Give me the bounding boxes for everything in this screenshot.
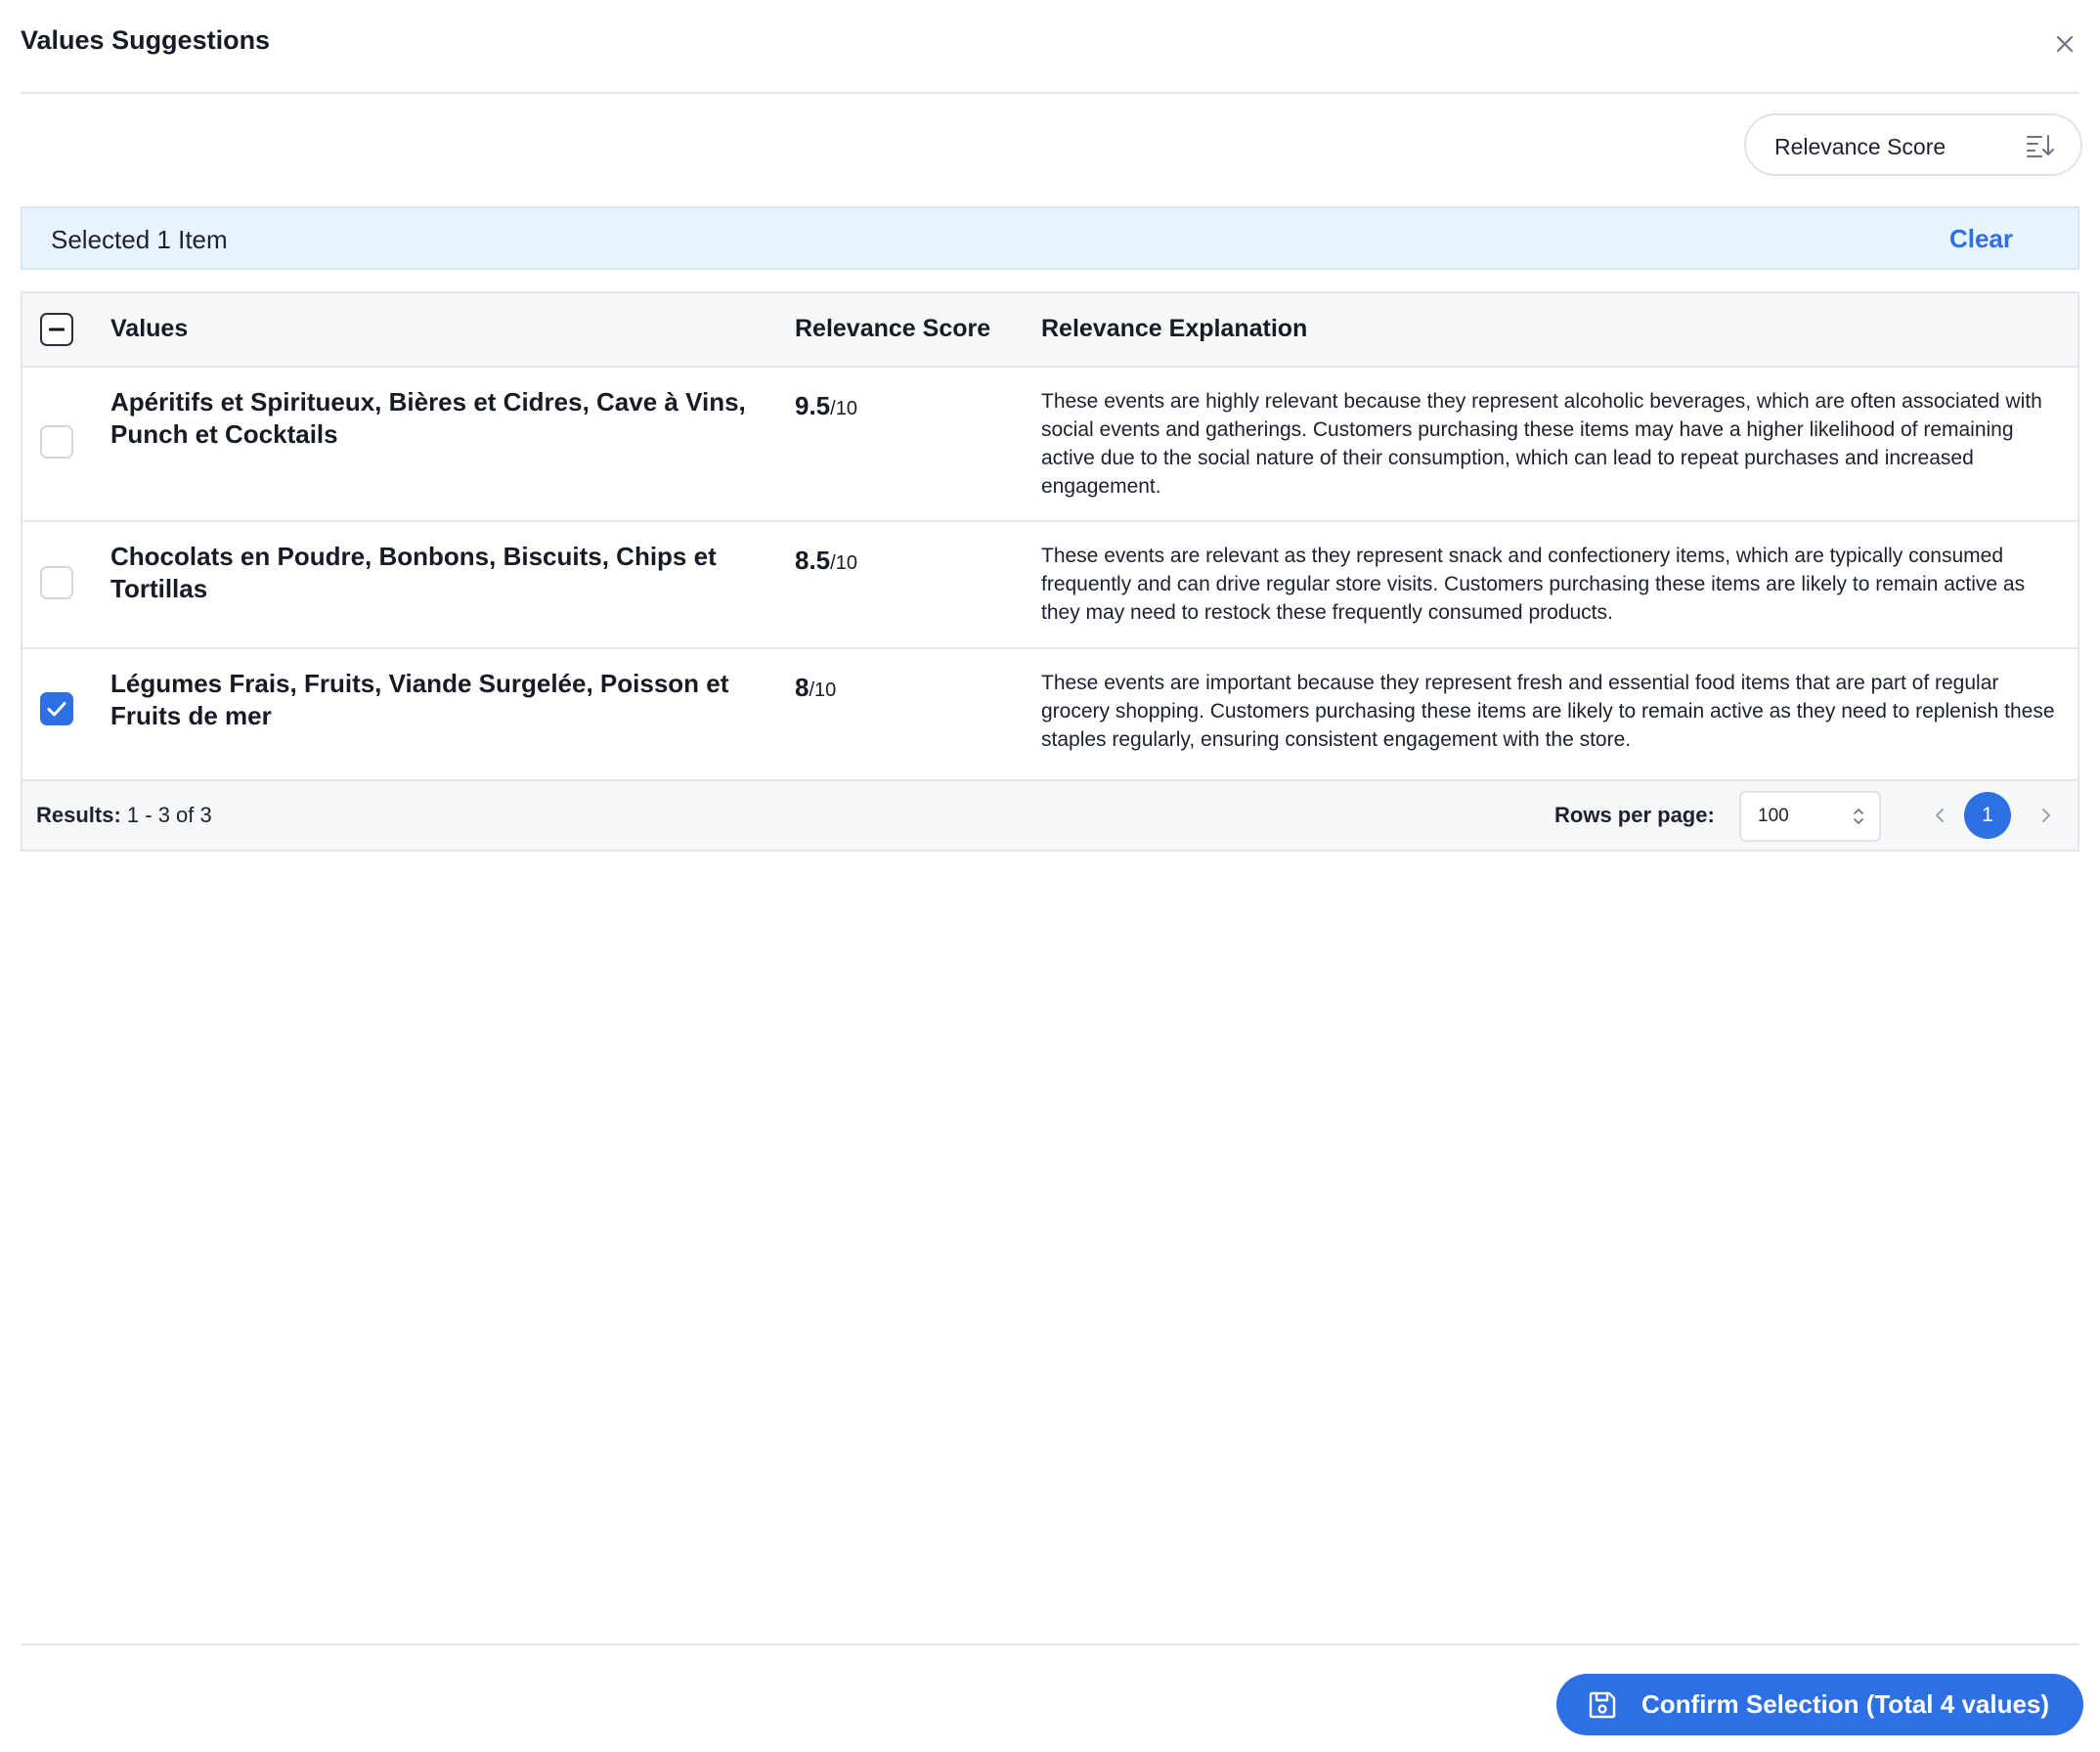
column-header-score[interactable]: Relevance Score: [795, 315, 990, 343]
next-page-button[interactable]: [2031, 801, 2060, 830]
footer-divider: [21, 1643, 2079, 1645]
sort-label: Relevance Score: [1774, 134, 1947, 159]
confirm-selection-label: Confirm Selection (Total 4 values): [1641, 1689, 2050, 1719]
chevron-right-icon: [2042, 809, 2050, 822]
selection-banner: Selected 1 Item Clear: [21, 206, 2079, 270]
score-denominator: /10: [830, 552, 857, 574]
score-value: 8: [795, 673, 809, 702]
score-denominator: /10: [809, 679, 837, 701]
dialog-title: Values Suggestions: [21, 25, 271, 55]
row-score: 8/10: [795, 673, 836, 703]
row-explanation: These events are important because they …: [1041, 672, 2055, 751]
results-range: 1 - 3 of 3: [126, 803, 212, 827]
select-all-checkbox[interactable]: [40, 313, 73, 346]
values-table: Values Relevance Score Relevance Explana…: [21, 291, 2079, 852]
confirm-selection-button[interactable]: Confirm Selection (Total 4 values): [1556, 1674, 2083, 1735]
row-score: 9.5/10: [795, 391, 857, 421]
sort-dropdown-button[interactable]: Relevance Score: [1744, 113, 2082, 176]
results-summary: Results: 1 - 3 of 3: [36, 803, 212, 828]
row-values: Légumes Frais, Fruits, Viande Surgelée, …: [110, 669, 729, 730]
sort-descending-icon: [2027, 135, 2054, 157]
dialog-header: Values Suggestions: [21, 0, 2079, 94]
row-values: Chocolats en Poudre, Bonbons, Biscuits, …: [110, 542, 717, 603]
row-checkbox[interactable]: [40, 566, 73, 599]
table-row[interactable]: Chocolats en Poudre, Bonbons, Biscuits, …: [22, 520, 2078, 649]
chevron-left-icon: [1936, 809, 1944, 822]
close-icon: [2056, 35, 2074, 53]
table-row[interactable]: Légumes Frais, Fruits, Viande Surgelée, …: [22, 647, 2078, 779]
check-icon: [47, 702, 66, 717]
row-explanation: These events are relevant as they repres…: [1041, 545, 2026, 624]
rows-per-page-select[interactable]: 100: [1739, 791, 1881, 842]
row-checkbox[interactable]: [40, 692, 73, 725]
column-header-explanation[interactable]: Relevance Explanation: [1041, 315, 1307, 343]
score-denominator: /10: [830, 398, 857, 419]
row-explanation: These events are highly relevant because…: [1041, 390, 2042, 498]
column-header-values[interactable]: Values: [110, 315, 188, 343]
results-label: Results:: [36, 803, 121, 827]
save-icon: [1589, 1691, 1616, 1719]
minus-icon: [49, 328, 65, 331]
page-button-current[interactable]: 1: [1964, 792, 2011, 839]
score-value: 9.5: [795, 391, 831, 420]
rows-per-page-label: Rows per page:: [1554, 803, 1715, 827]
table-footer: Results: 1 - 3 of 3 Rows per page: 100 1: [22, 779, 2078, 850]
rows-per-page-value: 100: [1758, 806, 1789, 826]
table-header: Values Relevance Score Relevance Explana…: [22, 293, 2078, 368]
table-row[interactable]: Apéritifs et Spiritueux, Bières et Cidre…: [22, 366, 2078, 522]
selection-count: Selected 1 Item: [51, 225, 228, 254]
select-arrows-icon: [1854, 809, 1863, 824]
row-values: Apéritifs et Spiritueux, Bières et Cidre…: [110, 387, 746, 449]
clear-selection-button[interactable]: Clear: [1949, 224, 2013, 254]
previous-page-button[interactable]: [1926, 801, 1955, 830]
score-value: 8.5: [795, 546, 831, 575]
close-button[interactable]: [2050, 29, 2079, 59]
row-score: 8.5/10: [795, 546, 857, 576]
row-checkbox[interactable]: [40, 425, 73, 459]
